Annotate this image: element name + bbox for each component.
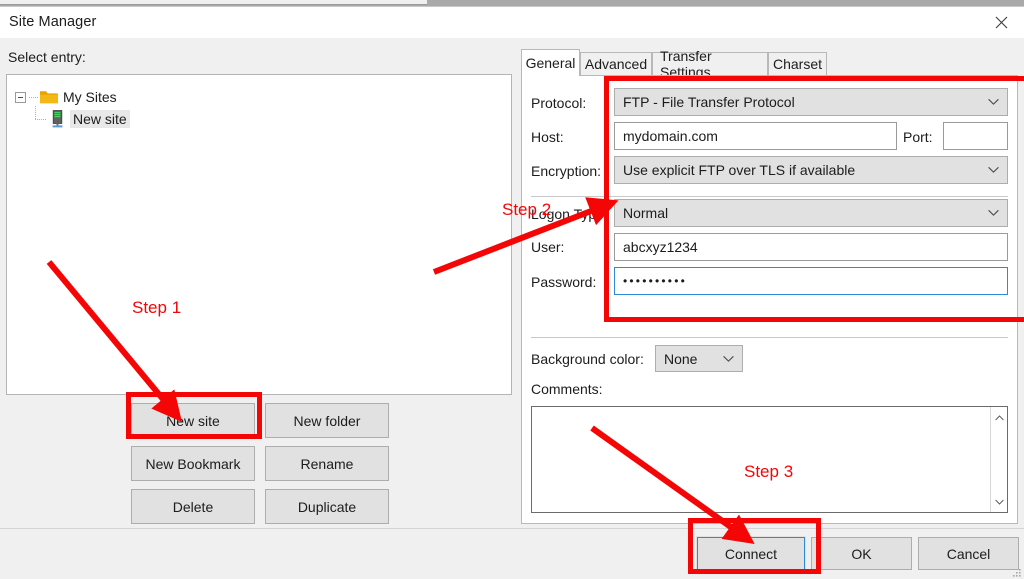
encryption-select-value: Use explicit FTP over TLS if available <box>623 162 855 178</box>
chevron-down-icon <box>988 210 999 217</box>
scroll-down-icon[interactable] <box>991 493 1008 510</box>
chevron-down-icon <box>988 167 999 174</box>
background-color-select-value: None <box>664 351 697 367</box>
section-divider <box>531 196 1008 197</box>
server-icon <box>51 110 64 128</box>
background-color-label: Background color: <box>531 351 644 367</box>
tree-item-label: My Sites <box>63 89 117 105</box>
select-entry-label: Select entry: <box>8 49 86 65</box>
footer-divider <box>0 528 1024 529</box>
new-site-button[interactable]: New site <box>131 403 255 438</box>
protocol-select[interactable]: FTP - File Transfer Protocol <box>614 88 1008 116</box>
tree-item-label: New site <box>70 110 130 128</box>
collapse-expander-icon[interactable] <box>15 92 26 103</box>
site-manager-dialog: Site Manager Select entry: My Sites <box>0 7 1024 579</box>
comments-scrollbar[interactable] <box>990 407 1007 512</box>
logon-type-select-value: Normal <box>623 205 668 221</box>
tree-item-new-site[interactable]: New site <box>35 109 130 129</box>
host-input[interactable]: mydomain.com <box>614 122 897 150</box>
protocol-select-value: FTP - File Transfer Protocol <box>623 94 795 110</box>
comments-label: Comments: <box>531 381 603 397</box>
section-divider <box>531 337 1008 338</box>
new-bookmark-button[interactable]: New Bookmark <box>131 446 255 481</box>
logon-type-label: Logon Type: <box>531 206 608 222</box>
password-label: Password: <box>531 274 596 290</box>
delete-button[interactable]: Delete <box>131 489 255 524</box>
window-title: Site Manager <box>9 14 96 30</box>
user-input[interactable]: abcxyz1234 <box>614 233 1008 261</box>
background-window-strip-light <box>0 0 427 5</box>
user-input-value: abcxyz1234 <box>623 239 698 255</box>
new-folder-button[interactable]: New folder <box>265 403 389 438</box>
host-label: Host: <box>531 129 564 145</box>
resize-grip-icon[interactable] <box>1012 568 1022 578</box>
cancel-button[interactable]: Cancel <box>918 537 1019 570</box>
tree-item-my-sites[interactable]: My Sites <box>15 87 117 107</box>
user-label: User: <box>531 239 564 255</box>
ok-button[interactable]: OK <box>811 537 912 570</box>
tab-general[interactable]: General <box>521 49 580 76</box>
rename-button[interactable]: Rename <box>265 446 389 481</box>
title-bar: Site Manager <box>0 7 1024 38</box>
logon-type-select[interactable]: Normal <box>614 199 1008 227</box>
chevron-down-icon <box>723 355 734 362</box>
password-input[interactable]: •••••••••• <box>614 267 1008 295</box>
port-input[interactable] <box>943 122 1008 150</box>
tree-connector-elbow <box>35 112 48 127</box>
encryption-select[interactable]: Use explicit FTP over TLS if available <box>614 156 1008 184</box>
close-button[interactable] <box>978 7 1024 38</box>
duplicate-button[interactable]: Duplicate <box>265 489 389 524</box>
tab-charset[interactable]: Charset <box>768 52 827 75</box>
site-tree-panel[interactable]: My Sites New site <box>6 74 512 395</box>
close-icon <box>995 16 1008 29</box>
tab-advanced[interactable]: Advanced <box>580 52 652 75</box>
host-input-value: mydomain.com <box>623 128 718 144</box>
tab-transfer-settings[interactable]: Transfer Settings <box>652 52 768 75</box>
tree-connector-line <box>29 97 38 98</box>
password-input-value: •••••••••• <box>623 274 687 288</box>
scroll-up-icon[interactable] <box>991 409 1008 426</box>
background-color-select[interactable]: None <box>655 345 743 372</box>
protocol-label: Protocol: <box>531 95 586 111</box>
connect-button[interactable]: Connect <box>697 537 805 570</box>
folder-icon <box>39 89 59 105</box>
chevron-down-icon <box>988 99 999 106</box>
port-label: Port: <box>903 129 933 145</box>
comments-textarea[interactable] <box>531 406 1008 513</box>
tab-strip: General Advanced Transfer Settings Chars… <box>521 49 1018 75</box>
encryption-label: Encryption: <box>531 163 601 179</box>
